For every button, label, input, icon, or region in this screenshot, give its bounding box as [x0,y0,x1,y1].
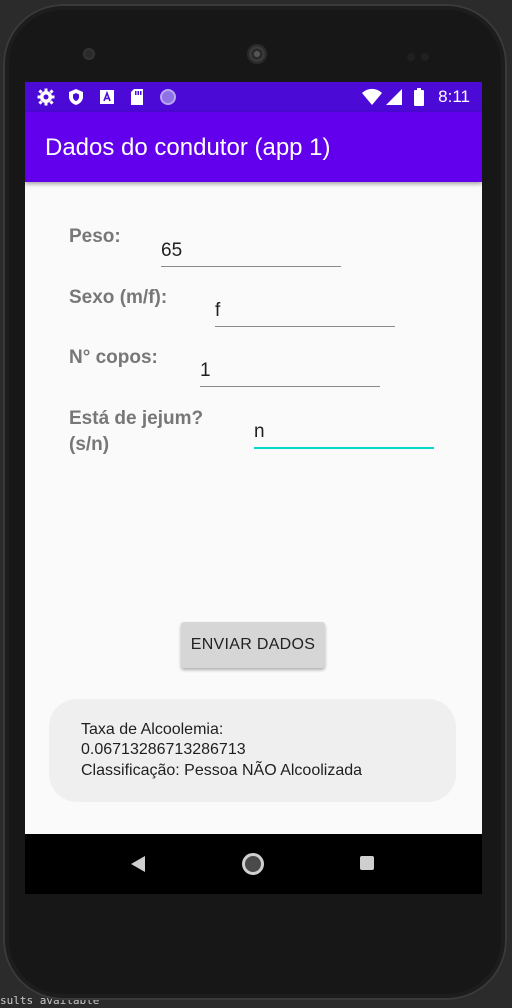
status-bar: 8:11 [25,82,482,112]
peso-input[interactable]: 65 [161,228,341,267]
copos-value: 1 [200,360,211,381]
wifi-icon [361,88,383,106]
sexo-label: Sexo (m/f): [69,287,168,308]
copos-input[interactable]: 1 [200,348,380,387]
peso-label: Peso: [69,226,121,247]
sexo-input[interactable]: f [215,288,395,327]
jejum-input[interactable]: n [254,409,434,449]
sexo-value: f [215,300,221,321]
earpiece-speaker [247,44,267,64]
status-time: 8:11 [438,87,470,106]
a-icon [99,88,115,106]
recents-icon[interactable] [360,856,374,870]
sd-card-icon [129,88,145,106]
navigation-bar [25,834,482,894]
front-camera [83,48,95,60]
home-icon[interactable] [242,853,264,875]
enviar-dados-button[interactable]: ENVIAR DADOS [181,622,325,668]
copos-label: N° copos: [69,347,158,368]
jejum-label-line2: (s/n) [69,434,110,455]
app-bar: Dados do condutor (app 1) [25,112,482,182]
result-panel: Taxa de Alcoolemia: 0.06713286713286713 … [49,699,456,802]
jejum-label-line1: Está de jejum? [69,408,204,429]
shield-icon [67,88,85,106]
settings-icon [37,88,55,106]
result-rate: 0.06713286713286713 [81,741,246,758]
proximity-sensor [407,48,437,61]
device-screen: 8:11 Dados do condutor (app 1) Peso: 65 … [25,82,482,894]
result-title: Taxa de Alcoolemia: [81,721,224,738]
signal-icon [385,88,403,106]
back-icon[interactable] [131,856,145,872]
result-classification: Classificação: Pessoa NÃO Alcoolizada [81,762,363,779]
peso-value: 65 [161,240,183,261]
battery-icon [413,88,425,106]
jejum-value: n [254,421,265,442]
circle-icon [159,88,177,106]
page-title: Dados do condutor (app 1) [45,134,331,161]
